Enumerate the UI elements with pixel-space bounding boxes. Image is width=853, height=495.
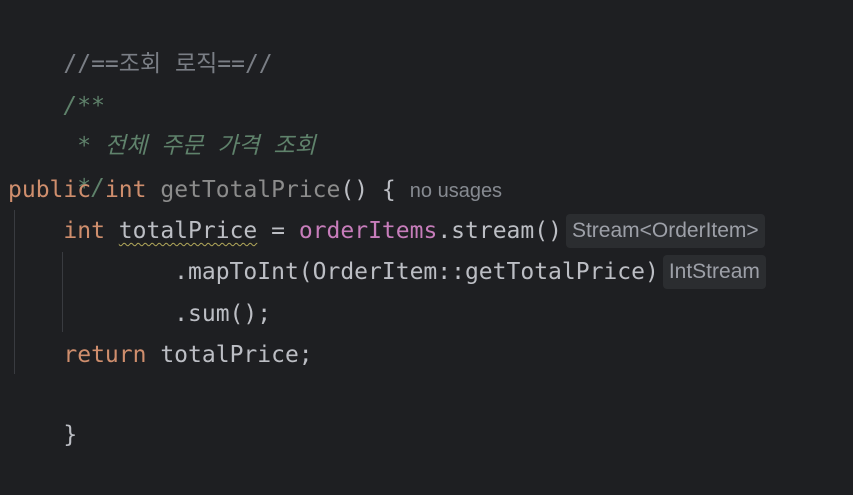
closing-brace: } <box>63 422 78 448</box>
code-line[interactable]: return totalPrice; <box>8 335 313 375</box>
map-to-int-call: .mapToInt(OrderItem::getTotalPrice) <box>174 259 659 285</box>
method-parens: () { <box>340 177 396 203</box>
sum-call: .sum(); <box>174 301 272 327</box>
stream-call: .stream() <box>437 218 562 244</box>
method-name[interactable]: getTotalPrice <box>160 177 340 203</box>
field-order-items[interactable]: orderItems <box>299 218 437 244</box>
return-value: totalPrice; <box>146 342 313 368</box>
code-line[interactable]: * 전체 주문 가격 조회 <box>8 86 316 159</box>
type-inlay-hint[interactable]: IntStream <box>662 255 766 289</box>
code-line[interactable]: } <box>8 375 77 448</box>
keyword-public: public <box>8 177 92 203</box>
type-inlay-hint[interactable]: Stream<OrderItem> <box>565 214 765 248</box>
code-line[interactable]: int totalPrice = orderItems.stream() Stre… <box>8 211 765 251</box>
keyword-return: return <box>63 342 147 368</box>
code-line[interactable]: */ <box>8 128 105 201</box>
code-line[interactable]: public int getTotalPrice() { no usages <box>8 170 502 210</box>
usages-hint[interactable]: no usages <box>410 180 502 202</box>
assign-operator: = <box>257 218 299 244</box>
code-line[interactable]: //==조회 로직==// <box>8 4 272 77</box>
code-line[interactable]: .mapToInt(OrderItem::getTotalPrice) IntSt… <box>8 252 766 292</box>
keyword-int: int <box>104 177 147 203</box>
variable-total-price[interactable]: totalPrice <box>119 218 257 244</box>
code-line[interactable]: /** <box>8 46 105 119</box>
code-line[interactable]: .sum(); <box>8 294 271 334</box>
keyword-int: int <box>63 218 105 244</box>
